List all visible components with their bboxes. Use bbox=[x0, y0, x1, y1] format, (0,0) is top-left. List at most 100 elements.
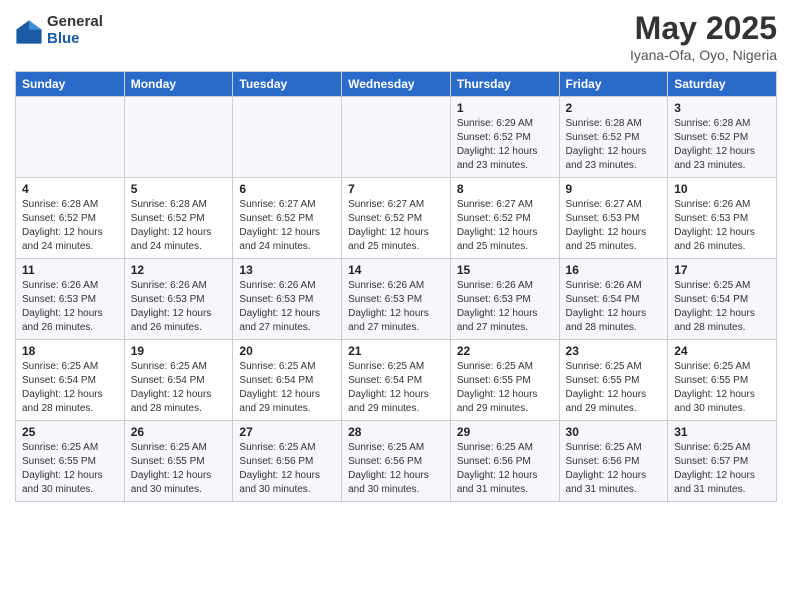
calendar-header: SundayMondayTuesdayWednesdayThursdayFrid… bbox=[16, 72, 777, 97]
day-cell: 13 Sunrise: 6:26 AM Sunset: 6:53 PM Dayli… bbox=[233, 259, 342, 340]
day-number: 22 bbox=[457, 344, 553, 358]
day-cell: 14 Sunrise: 6:26 AM Sunset: 6:53 PM Dayli… bbox=[342, 259, 451, 340]
day-cell: 24 Sunrise: 6:25 AM Sunset: 6:55 PM Dayli… bbox=[668, 340, 777, 421]
logo-blue-text: Blue bbox=[47, 31, 103, 48]
day-info: Sunrise: 6:25 AM Sunset: 6:55 PM Dayligh… bbox=[674, 360, 770, 416]
day-number: 20 bbox=[239, 344, 335, 358]
header-cell-thursday: Thursday bbox=[450, 72, 559, 97]
day-number: 3 bbox=[674, 101, 770, 115]
day-info: Sunrise: 6:26 AM Sunset: 6:53 PM Dayligh… bbox=[457, 279, 553, 335]
day-cell: 6 Sunrise: 6:27 AM Sunset: 6:52 PM Daylig… bbox=[233, 178, 342, 259]
day-info: Sunrise: 6:25 AM Sunset: 6:54 PM Dayligh… bbox=[22, 360, 118, 416]
day-number: 5 bbox=[131, 182, 227, 196]
day-info: Sunrise: 6:25 AM Sunset: 6:57 PM Dayligh… bbox=[674, 441, 770, 497]
day-number: 13 bbox=[239, 263, 335, 277]
day-number: 1 bbox=[457, 101, 553, 115]
day-info: Sunrise: 6:25 AM Sunset: 6:54 PM Dayligh… bbox=[348, 360, 444, 416]
day-info: Sunrise: 6:25 AM Sunset: 6:55 PM Dayligh… bbox=[131, 441, 227, 497]
day-info: Sunrise: 6:26 AM Sunset: 6:53 PM Dayligh… bbox=[239, 279, 335, 335]
day-cell: 10Sunrise: 6:26 AM Sunset: 6:53 PM Dayli… bbox=[668, 178, 777, 259]
day-info: Sunrise: 6:28 AM Sunset: 6:52 PM Dayligh… bbox=[566, 117, 662, 173]
day-cell: 1 Sunrise: 6:29 AM Sunset: 6:52 PM Daylig… bbox=[450, 97, 559, 178]
day-cell: 20 Sunrise: 6:25 AM Sunset: 6:54 PM Dayli… bbox=[233, 340, 342, 421]
day-cell bbox=[342, 97, 451, 178]
day-cell: 12 Sunrise: 6:26 AM Sunset: 6:53 PM Dayli… bbox=[124, 259, 233, 340]
day-number: 19 bbox=[131, 344, 227, 358]
day-info: Sunrise: 6:27 AM Sunset: 6:52 PM Dayligh… bbox=[457, 198, 553, 254]
day-number: 12 bbox=[131, 263, 227, 277]
day-cell: 23Sunrise: 6:25 AM Sunset: 6:55 PM Dayli… bbox=[559, 340, 668, 421]
day-cell: 2Sunrise: 6:28 AM Sunset: 6:52 PM Daylig… bbox=[559, 97, 668, 178]
day-info: Sunrise: 6:25 AM Sunset: 6:56 PM Dayligh… bbox=[348, 441, 444, 497]
logo-general-text: General bbox=[47, 14, 103, 31]
day-info: Sunrise: 6:27 AM Sunset: 6:52 PM Dayligh… bbox=[239, 198, 335, 254]
week-row-1: 1 Sunrise: 6:29 AM Sunset: 6:52 PM Daylig… bbox=[16, 97, 777, 178]
day-number: 29 bbox=[457, 425, 553, 439]
day-info: Sunrise: 6:25 AM Sunset: 6:54 PM Dayligh… bbox=[239, 360, 335, 416]
day-cell: 15 Sunrise: 6:26 AM Sunset: 6:53 PM Dayli… bbox=[450, 259, 559, 340]
logo-text: General Blue bbox=[47, 14, 103, 47]
day-number: 31 bbox=[674, 425, 770, 439]
day-cell: 5 Sunrise: 6:28 AM Sunset: 6:52 PM Daylig… bbox=[124, 178, 233, 259]
day-info: Sunrise: 6:25 AM Sunset: 6:54 PM Dayligh… bbox=[131, 360, 227, 416]
day-cell: 29 Sunrise: 6:25 AM Sunset: 6:56 PM Dayli… bbox=[450, 421, 559, 502]
day-number: 11 bbox=[22, 263, 118, 277]
day-info: Sunrise: 6:28 AM Sunset: 6:52 PM Dayligh… bbox=[674, 117, 770, 173]
day-info: Sunrise: 6:25 AM Sunset: 6:55 PM Dayligh… bbox=[566, 360, 662, 416]
day-cell: 22 Sunrise: 6:25 AM Sunset: 6:55 PM Dayli… bbox=[450, 340, 559, 421]
header-cell-wednesday: Wednesday bbox=[342, 72, 451, 97]
day-info: Sunrise: 6:27 AM Sunset: 6:52 PM Dayligh… bbox=[348, 198, 444, 254]
day-cell: 8 Sunrise: 6:27 AM Sunset: 6:52 PM Daylig… bbox=[450, 178, 559, 259]
header-cell-tuesday: Tuesday bbox=[233, 72, 342, 97]
day-number: 30 bbox=[566, 425, 662, 439]
week-row-5: 25 Sunrise: 6:25 AM Sunset: 6:55 PM Dayli… bbox=[16, 421, 777, 502]
day-info: Sunrise: 6:26 AM Sunset: 6:53 PM Dayligh… bbox=[348, 279, 444, 335]
day-number: 27 bbox=[239, 425, 335, 439]
calendar-body: 1 Sunrise: 6:29 AM Sunset: 6:52 PM Daylig… bbox=[16, 97, 777, 502]
day-cell: 28Sunrise: 6:25 AM Sunset: 6:56 PM Dayli… bbox=[342, 421, 451, 502]
day-cell bbox=[233, 97, 342, 178]
day-number: 18 bbox=[22, 344, 118, 358]
day-cell: 30 Sunrise: 6:25 AM Sunset: 6:56 PM Dayli… bbox=[559, 421, 668, 502]
day-info: Sunrise: 6:25 AM Sunset: 6:56 PM Dayligh… bbox=[566, 441, 662, 497]
day-cell: 25Sunrise: 6:25 AM Sunset: 6:55 PM Dayli… bbox=[16, 421, 125, 502]
day-info: Sunrise: 6:25 AM Sunset: 6:56 PM Dayligh… bbox=[457, 441, 553, 497]
day-info: Sunrise: 6:28 AM Sunset: 6:52 PM Dayligh… bbox=[22, 198, 118, 254]
day-number: 26 bbox=[131, 425, 227, 439]
day-number: 14 bbox=[348, 263, 444, 277]
logo: General Blue bbox=[15, 14, 103, 47]
day-info: Sunrise: 6:25 AM Sunset: 6:56 PM Dayligh… bbox=[239, 441, 335, 497]
day-info: Sunrise: 6:26 AM Sunset: 6:53 PM Dayligh… bbox=[674, 198, 770, 254]
calendar-table: SundayMondayTuesdayWednesdayThursdayFrid… bbox=[15, 71, 777, 502]
day-info: Sunrise: 6:26 AM Sunset: 6:53 PM Dayligh… bbox=[131, 279, 227, 335]
day-cell bbox=[124, 97, 233, 178]
day-cell: 31 Sunrise: 6:25 AM Sunset: 6:57 PM Dayli… bbox=[668, 421, 777, 502]
day-info: Sunrise: 6:25 AM Sunset: 6:54 PM Dayligh… bbox=[674, 279, 770, 335]
day-cell: 7 Sunrise: 6:27 AM Sunset: 6:52 PM Daylig… bbox=[342, 178, 451, 259]
header-cell-monday: Monday bbox=[124, 72, 233, 97]
day-info: Sunrise: 6:26 AM Sunset: 6:54 PM Dayligh… bbox=[566, 279, 662, 335]
day-number: 4 bbox=[22, 182, 118, 196]
day-cell: 19 Sunrise: 6:25 AM Sunset: 6:54 PM Dayli… bbox=[124, 340, 233, 421]
day-info: Sunrise: 6:25 AM Sunset: 6:55 PM Dayligh… bbox=[457, 360, 553, 416]
day-number: 7 bbox=[348, 182, 444, 196]
header: General Blue May 2025 Iyana-Ofa, Oyo, Ni… bbox=[15, 10, 777, 63]
day-cell: 18 Sunrise: 6:25 AM Sunset: 6:54 PM Dayli… bbox=[16, 340, 125, 421]
day-cell: 11 Sunrise: 6:26 AM Sunset: 6:53 PM Dayli… bbox=[16, 259, 125, 340]
day-number: 8 bbox=[457, 182, 553, 196]
day-info: Sunrise: 6:29 AM Sunset: 6:52 PM Dayligh… bbox=[457, 117, 553, 173]
day-number: 24 bbox=[674, 344, 770, 358]
header-cell-friday: Friday bbox=[559, 72, 668, 97]
day-number: 15 bbox=[457, 263, 553, 277]
day-number: 21 bbox=[348, 344, 444, 358]
header-cell-sunday: Sunday bbox=[16, 72, 125, 97]
day-info: Sunrise: 6:28 AM Sunset: 6:52 PM Dayligh… bbox=[131, 198, 227, 254]
subtitle: Iyana-Ofa, Oyo, Nigeria bbox=[630, 47, 777, 63]
day-number: 6 bbox=[239, 182, 335, 196]
day-number: 17 bbox=[674, 263, 770, 277]
day-number: 25 bbox=[22, 425, 118, 439]
day-info: Sunrise: 6:26 AM Sunset: 6:53 PM Dayligh… bbox=[22, 279, 118, 335]
day-cell: 17 Sunrise: 6:25 AM Sunset: 6:54 PM Dayli… bbox=[668, 259, 777, 340]
day-number: 16 bbox=[566, 263, 662, 277]
day-cell: 9Sunrise: 6:27 AM Sunset: 6:53 PM Daylig… bbox=[559, 178, 668, 259]
